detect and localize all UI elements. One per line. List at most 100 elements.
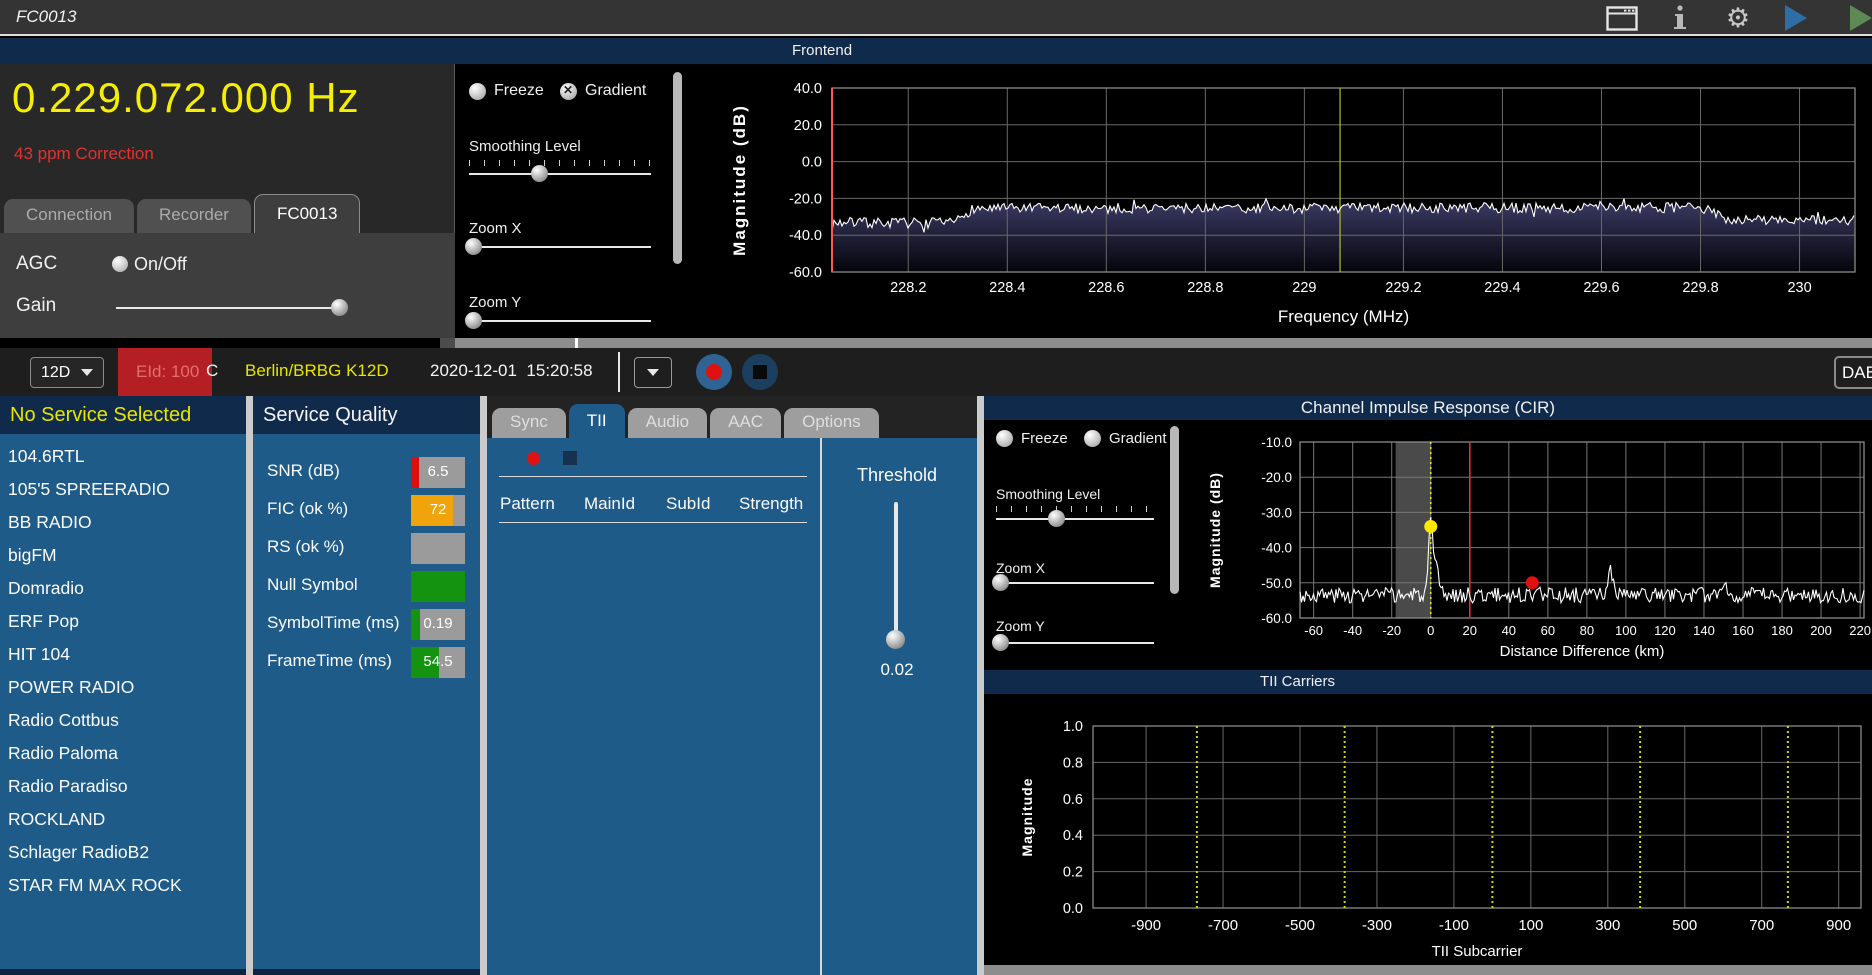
record-button[interactable]: [696, 354, 732, 390]
svg-text:-300: -300: [1362, 917, 1392, 934]
service-item[interactable]: STAR FM MAX ROCK: [0, 869, 246, 902]
threshold-slider[interactable]: [894, 502, 898, 642]
channel-select[interactable]: 12D: [30, 357, 104, 388]
smoothing-knob[interactable]: [531, 165, 548, 182]
smoothing-slider[interactable]: [469, 173, 651, 175]
freeze-checkbox[interactable]: [469, 83, 486, 100]
gradient-label: Gradient: [1109, 430, 1167, 447]
tab-aac[interactable]: AAC: [710, 408, 781, 438]
svg-text:0.8: 0.8: [1063, 755, 1083, 771]
spectrum-chart: 40.020.00.0-20.0-40.0-60.0228.2228.4228.…: [690, 64, 1872, 338]
threshold-value: 0.02: [832, 660, 962, 680]
agc-toggle-radio[interactable]: [112, 256, 128, 272]
svg-text:230: 230: [1787, 280, 1811, 296]
quality-row-fic: FIC (ok %) 72: [253, 492, 480, 530]
ensemble-id-tail: C: [206, 361, 218, 381]
tab-connection[interactable]: Connection: [4, 199, 134, 233]
freeze-label: Freeze: [494, 82, 544, 100]
zoom-x-knob[interactable]: [465, 238, 482, 255]
tab-sync[interactable]: Sync: [492, 408, 566, 438]
zoom-x-label: Zoom X: [469, 220, 522, 237]
application-window: FC0013 ⚙ Frontend 0.229.072.000 Hz 43 pp…: [0, 0, 1872, 975]
svg-text:Magnitude (dB): Magnitude (dB): [730, 104, 749, 256]
panel-splitter[interactable]: [480, 396, 487, 975]
svg-text:-60.0: -60.0: [1261, 611, 1292, 626]
smoothing-slider[interactable]: [996, 518, 1154, 520]
service-item[interactable]: POWER RADIO: [0, 671, 246, 704]
svg-text:-900: -900: [1131, 917, 1161, 934]
svg-text:229.8: 229.8: [1682, 280, 1718, 296]
panel-splitter[interactable]: [246, 396, 253, 975]
freeze-checkbox[interactable]: [996, 430, 1013, 447]
divider: [820, 438, 822, 975]
service-item[interactable]: Radio Paradiso: [0, 770, 246, 803]
gradient-checkbox[interactable]: [1084, 430, 1101, 447]
service-item[interactable]: Schlager RadioB2: [0, 836, 246, 869]
record-options-dropdown[interactable]: [634, 357, 672, 388]
main-section: No Service Selected 104.6RTL 105'5 SPREE…: [0, 396, 1872, 975]
title-bar: FC0013 ⚙: [0, 0, 1872, 36]
tii-tab-content: Pattern MainId SubId Strength Threshold …: [487, 438, 977, 975]
gain-slider[interactable]: [116, 307, 344, 309]
gradient-checkbox[interactable]: [560, 83, 577, 100]
threshold-slider-knob[interactable]: [886, 630, 905, 649]
service-item[interactable]: 105'5 SPREERADIO: [0, 473, 246, 506]
service-quality-header: Service Quality: [253, 396, 480, 434]
quality-bar: 54.5: [411, 647, 465, 678]
controls-scrollbar[interactable]: [673, 72, 682, 264]
settings-gear-icon[interactable]: ⚙: [1722, 4, 1754, 32]
scrollbar-corner: [440, 338, 455, 348]
svg-text:229.6: 229.6: [1583, 280, 1619, 296]
service-item[interactable]: Radio Paloma: [0, 737, 246, 770]
panel-splitter[interactable]: [977, 396, 984, 975]
service-list-panel: No Service Selected 104.6RTL 105'5 SPREE…: [0, 396, 246, 969]
dab-mode-button[interactable]: DAB: [1834, 356, 1872, 389]
svg-text:TII Subcarrier: TII Subcarrier: [1432, 943, 1523, 960]
svg-text:-60: -60: [1304, 623, 1323, 638]
service-item[interactable]: Radio Cottbus: [0, 704, 246, 737]
zoom-y-slider[interactable]: [996, 642, 1154, 644]
tab-options[interactable]: Options: [784, 408, 879, 438]
quality-bar: 0.19: [411, 609, 465, 640]
layout-window-icon[interactable]: [1606, 4, 1638, 32]
gain-slider-knob[interactable]: [331, 299, 348, 316]
service-item[interactable]: 104.6RTL: [0, 440, 246, 473]
smoothing-knob[interactable]: [1048, 510, 1065, 527]
zoom-y-knob[interactable]: [992, 634, 1009, 651]
tab-recorder[interactable]: Recorder: [137, 199, 251, 233]
zoom-y-slider[interactable]: [469, 320, 651, 322]
svg-text:228.8: 228.8: [1187, 280, 1223, 296]
zoom-x-slider[interactable]: [996, 582, 1154, 584]
tii-carriers-chart: 0.00.20.40.60.81.0-900-700-500-300-10010…: [984, 694, 1872, 965]
zoom-x-slider[interactable]: [469, 246, 651, 248]
tab-audio[interactable]: Audio: [628, 408, 707, 438]
zoom-x-knob[interactable]: [992, 574, 1009, 591]
service-item[interactable]: HIT 104: [0, 638, 246, 671]
stop-button[interactable]: [742, 354, 778, 390]
cir-controls: Freeze Gradient Smoothing Level Zoom X Z…: [984, 420, 1181, 670]
ensemble-name: Berlin/BRBG K12D: [245, 361, 389, 381]
tab-tii[interactable]: TII: [569, 404, 625, 438]
controls-scrollbar[interactable]: [1170, 426, 1179, 594]
svg-text:Magnitude (dB): Magnitude (dB): [1207, 472, 1223, 588]
titlebar-icons: ⚙: [1606, 0, 1872, 36]
service-item[interactable]: ROCKLAND: [0, 803, 246, 836]
zoom-y-knob[interactable]: [465, 312, 482, 329]
service-item[interactable]: Domradio: [0, 572, 246, 605]
tab-fc0013[interactable]: FC0013: [254, 194, 360, 233]
service-item[interactable]: ERF Pop: [0, 605, 246, 638]
service-item[interactable]: BB RADIO: [0, 506, 246, 539]
column-subid: SubId: [666, 494, 710, 514]
play-secondary-icon[interactable]: [1838, 4, 1870, 32]
column-strength: Strength: [739, 494, 803, 514]
svg-text:Magnitude: Magnitude: [1019, 778, 1035, 857]
service-item[interactable]: bigFM: [0, 539, 246, 572]
info-icon[interactable]: [1664, 4, 1696, 32]
play-icon[interactable]: [1780, 4, 1812, 32]
frontend-hscrollbar[interactable]: [455, 338, 1872, 348]
window-title: FC0013: [16, 7, 76, 27]
threshold-label: Threshold: [832, 465, 962, 486]
svg-text:229.4: 229.4: [1484, 280, 1520, 296]
charts-hscrollbar[interactable]: [984, 965, 1872, 975]
svg-text:-40.0: -40.0: [1261, 541, 1292, 556]
